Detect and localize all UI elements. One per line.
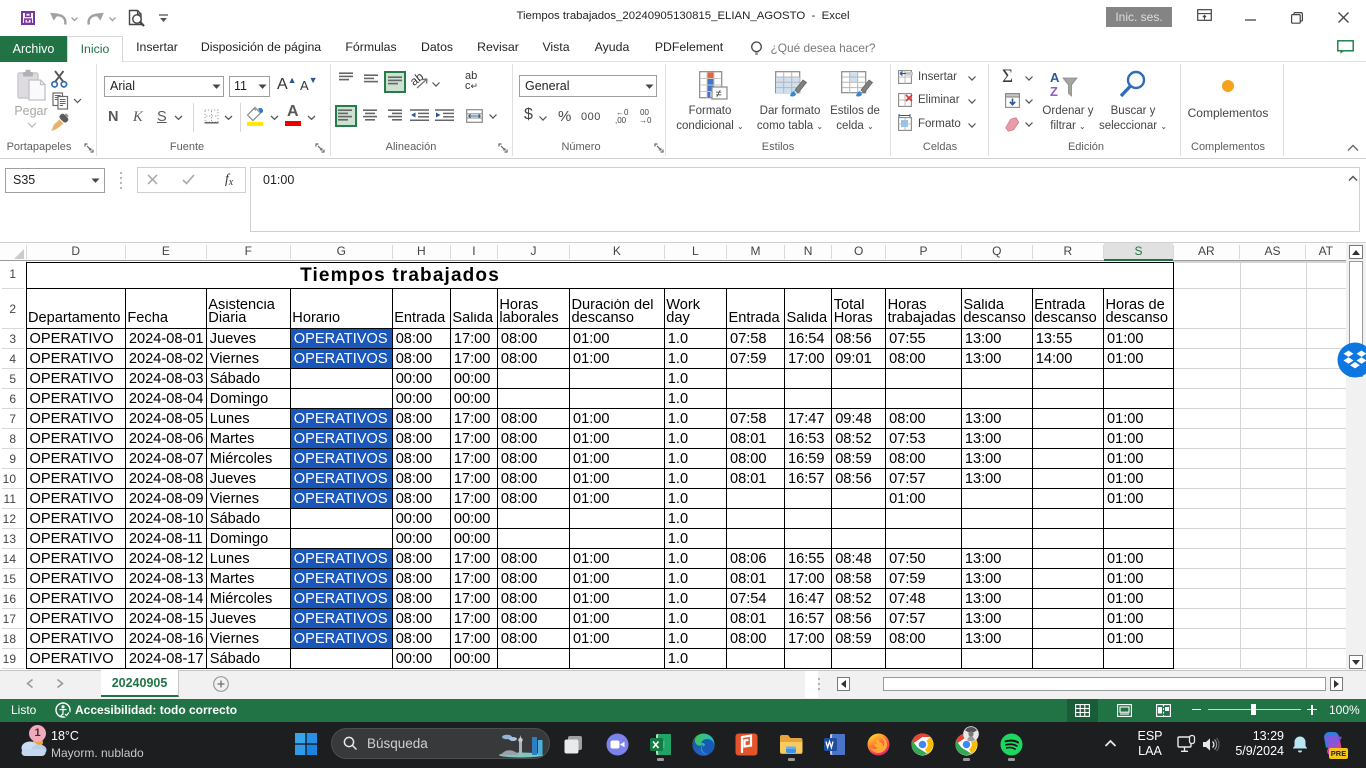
svg-text:Z: Z bbox=[1050, 84, 1058, 99]
svg-text:,00: ,00 bbox=[615, 116, 627, 125]
svg-text:≠: ≠ bbox=[716, 88, 722, 100]
svg-text:A: A bbox=[1050, 70, 1060, 85]
